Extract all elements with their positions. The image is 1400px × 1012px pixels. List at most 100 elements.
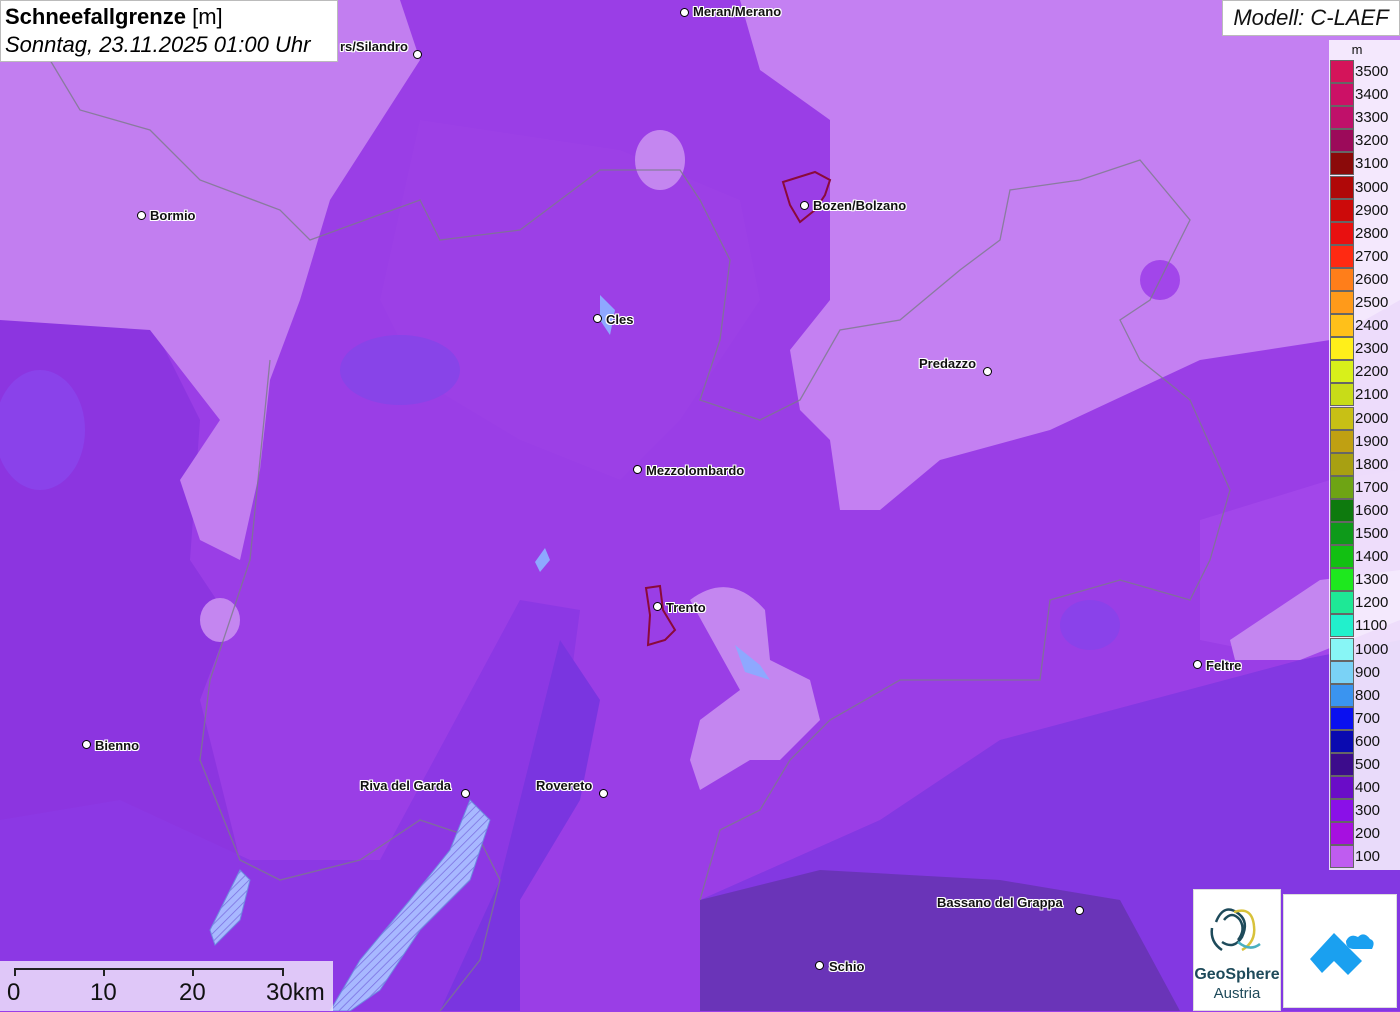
legend-label: 400 (1355, 779, 1381, 797)
legend-row: 500 (1329, 753, 1400, 776)
legend-row: 1000 (1329, 637, 1400, 661)
geosphere-name: GeoSphere (1194, 966, 1280, 983)
legend-label: 300 (1355, 802, 1381, 820)
legend-row: 2400 (1329, 314, 1400, 338)
legend-label: 2600 (1355, 270, 1389, 288)
datetime-label: Sonntag, 23.11.2025 01:00 Uhr (5, 32, 311, 57)
legend-swatch (1330, 175, 1354, 199)
city-label-trento: Trento (666, 600, 706, 615)
legend-label: 3300 (1355, 109, 1389, 127)
legend-row: 100 (1329, 845, 1400, 869)
city-label-bassano: Bassano del Grappa (937, 895, 1063, 910)
city-label-bormio: Bormio (150, 208, 196, 223)
city-dot-schio (815, 961, 824, 970)
legend-label: 2400 (1355, 317, 1389, 335)
city-dot-bormio (137, 211, 146, 220)
legend-label: 1600 (1355, 501, 1389, 519)
legend-swatch (1330, 637, 1354, 661)
legend-label: 1200 (1355, 594, 1389, 612)
legend-swatch (1330, 83, 1354, 107)
scale-tick-10 (103, 968, 105, 976)
city-dot-feltre (1193, 660, 1202, 669)
city-label-bienno: Bienno (95, 738, 140, 753)
city-label-meran: Meran/Merano (693, 4, 782, 19)
legend-swatch (1330, 452, 1354, 476)
legend-swatch (1330, 845, 1354, 869)
legend-row: 3400 (1329, 83, 1400, 107)
legend-swatch (1330, 591, 1354, 615)
legend-swatch (1330, 267, 1354, 291)
legend-label: 2500 (1355, 294, 1389, 311)
legend-label: 2800 (1355, 224, 1389, 242)
legend-row: 2200 (1329, 360, 1400, 384)
weather-app-logo[interactable] (1283, 894, 1397, 1008)
legend-label: 1000 (1355, 640, 1389, 658)
legend-swatch (1330, 383, 1354, 407)
legend-swatch (1330, 822, 1354, 846)
geosphere-subname: Austria (1213, 985, 1261, 1002)
city-label-feltre: Feltre (1206, 658, 1242, 673)
legend-row: 1900 (1329, 429, 1400, 453)
legend-row: 2100 (1329, 383, 1400, 407)
legend-label: 200 (1355, 825, 1381, 843)
legend-row: 2900 (1329, 198, 1400, 222)
legend-swatch (1330, 475, 1354, 499)
legend-label: 3200 (1355, 132, 1389, 150)
legend-swatch (1330, 106, 1354, 130)
snowline-map[interactable] (0, 0, 1400, 1011)
legend-swatch (1330, 729, 1354, 753)
legend-swatch (1330, 429, 1354, 453)
legend-swatch (1330, 152, 1354, 176)
city-dot-rovereto (599, 789, 608, 798)
legend-label: 1800 (1355, 455, 1389, 473)
city-label-silandro: rs/Silandro (340, 39, 408, 54)
model-label: Modell: C-LAEF (1222, 0, 1400, 36)
blob-west-cles (340, 335, 460, 405)
legend-label: 100 (1355, 848, 1381, 866)
legend-label: 1700 (1355, 478, 1389, 496)
legend-row: 1400 (1329, 545, 1400, 569)
scale-bar: 0 10 20 30km (0, 961, 333, 1011)
city-dot-riva (461, 789, 470, 798)
scale-bar-line (14, 968, 284, 970)
city-dot-predazzo (983, 367, 992, 376)
legend-swatch (1330, 753, 1354, 776)
scale-label-20: 20 (179, 979, 206, 1006)
legend-label: 2700 (1355, 247, 1389, 265)
legend-label: 2300 (1355, 340, 1389, 358)
blob-north-light (635, 130, 685, 190)
legend-row: 3200 (1329, 129, 1400, 153)
legend-swatch (1330, 360, 1354, 384)
legend-label: 1300 (1355, 571, 1389, 589)
legend-swatch (1330, 337, 1354, 361)
title-parameter: Schneefallgrenze (5, 4, 186, 29)
city-dot-bolzano (800, 201, 809, 210)
legend-row: 1500 (1329, 522, 1400, 545)
legend-row: 1300 (1329, 568, 1400, 592)
geosphere-icon (1210, 908, 1261, 952)
legend-swatch (1330, 545, 1354, 569)
legend-row: 800 (1329, 683, 1400, 707)
legend-row: 3500 (1329, 60, 1400, 83)
legend-row: 700 (1329, 706, 1400, 730)
legend-swatch (1330, 291, 1354, 314)
geosphere-logo[interactable]: GeoSphere Austria (1193, 889, 1281, 1011)
legend-swatch (1330, 406, 1354, 430)
city-label-bolzano: Bozen/Bolzano (813, 198, 907, 213)
legend-swatch (1330, 221, 1354, 245)
legend-row: 3000 (1329, 175, 1400, 199)
legend-swatch (1330, 129, 1354, 153)
legend-row: 2600 (1329, 267, 1400, 291)
city-dot-bienno (82, 740, 91, 749)
legend-unit: m (1351, 42, 1363, 57)
city-dot-bassano (1075, 906, 1084, 915)
legend-swatch (1330, 568, 1354, 592)
legend-label: 1100 (1355, 617, 1388, 635)
legend-row: 600 (1329, 729, 1400, 753)
legend-row: 3100 (1329, 152, 1400, 176)
city-dot-meran (680, 8, 689, 17)
blob-east (1060, 600, 1120, 650)
legend-swatch (1330, 776, 1354, 800)
legend-row: 3300 (1329, 106, 1400, 130)
title-line: Schneefallgrenze [m] (5, 3, 333, 31)
